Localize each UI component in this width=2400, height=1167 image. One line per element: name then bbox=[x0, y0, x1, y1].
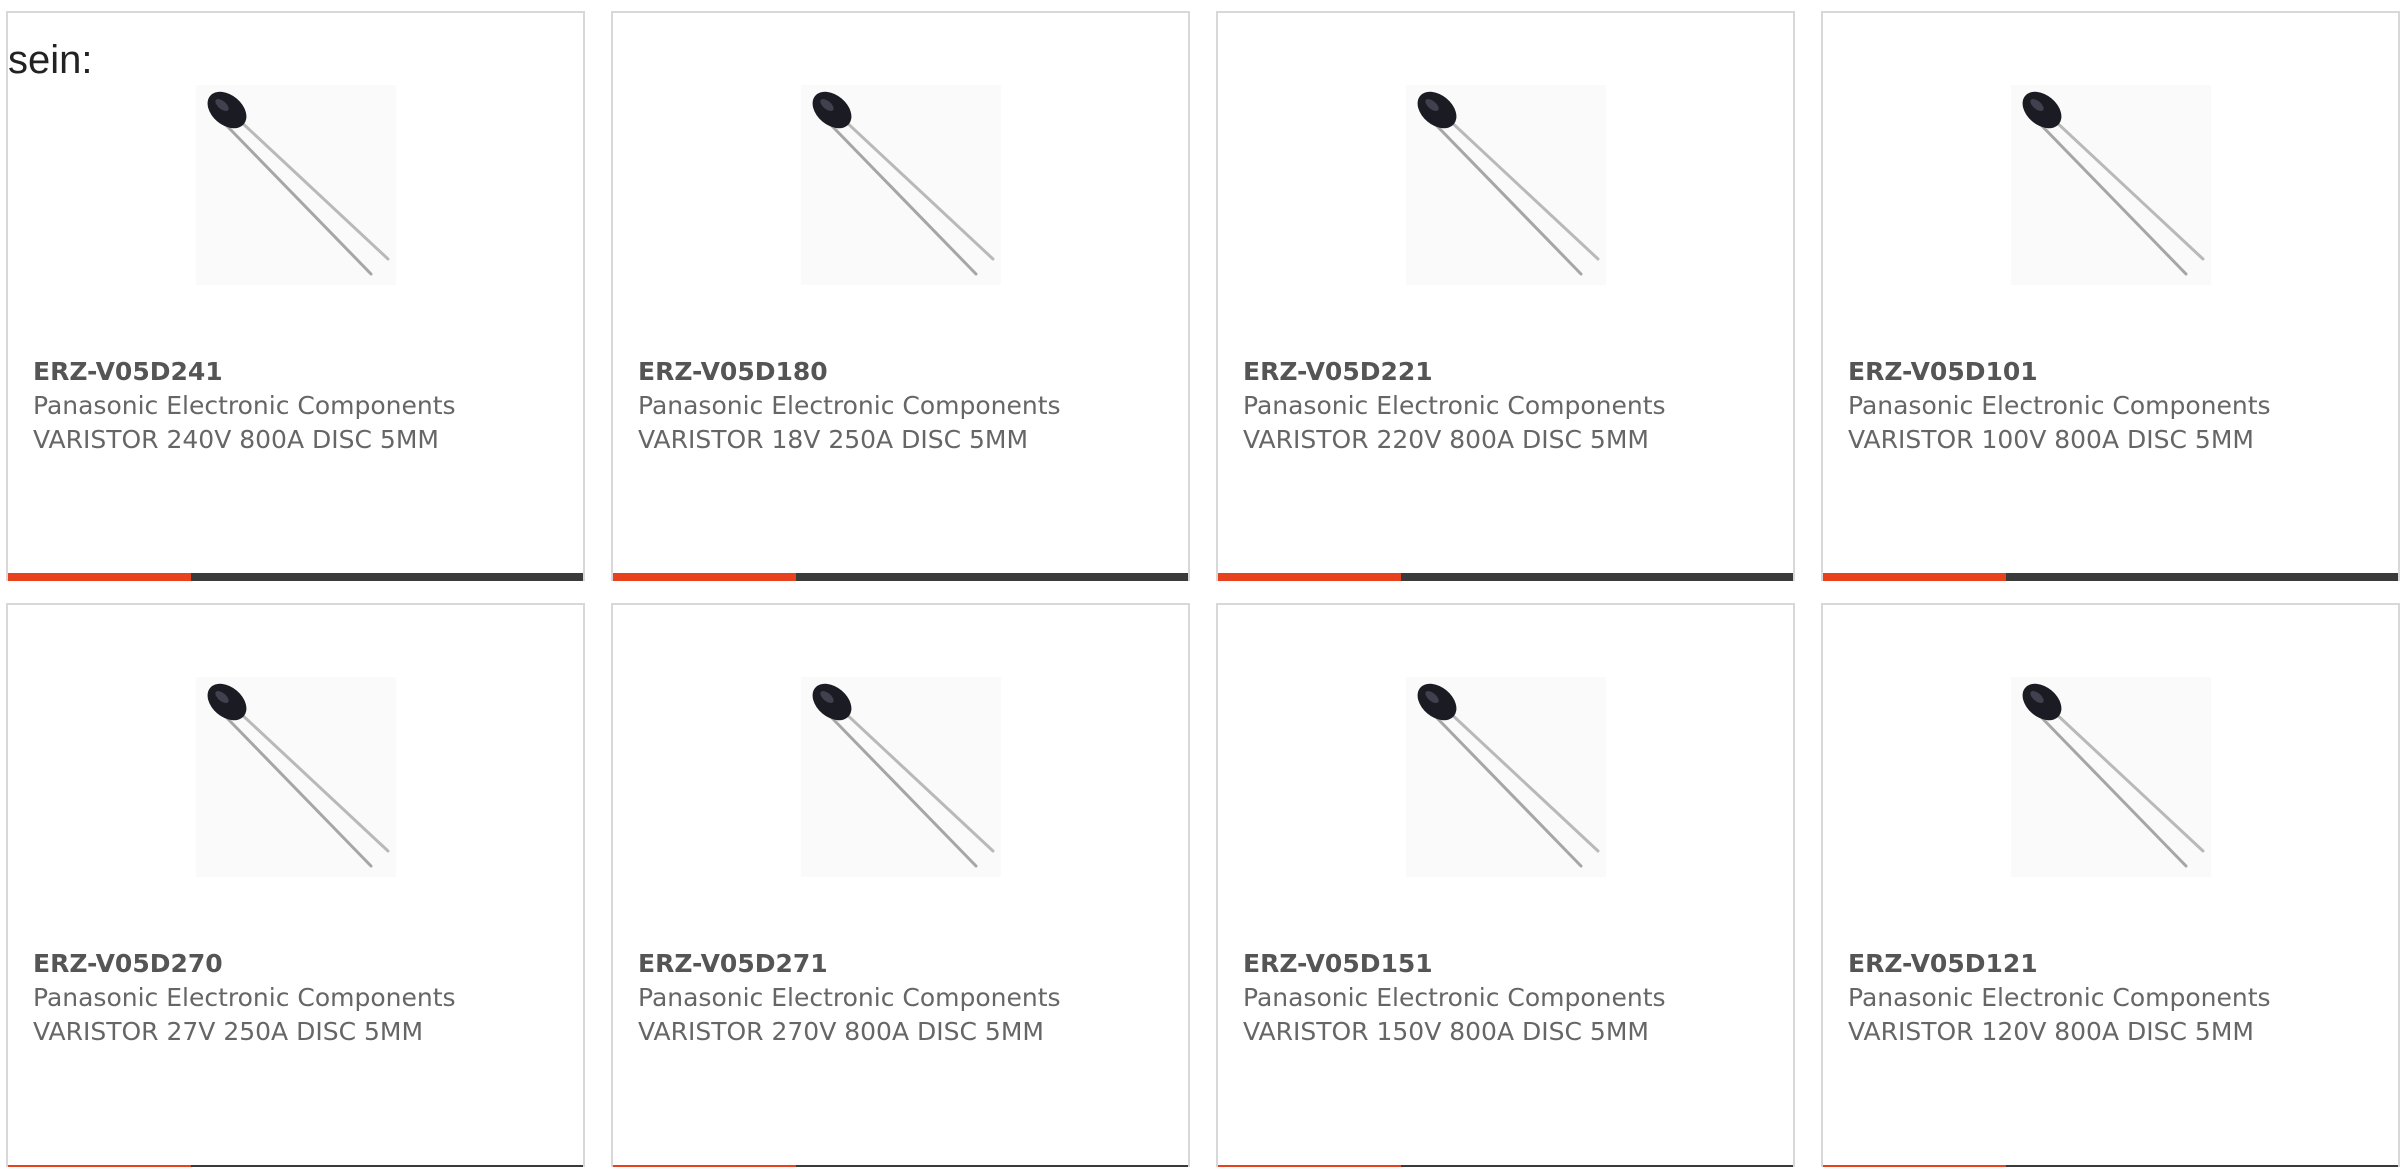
product-card[interactable]: ERZ-V05D151 Panasonic Electronic Compone… bbox=[1216, 603, 1795, 1167]
part-number-link[interactable]: ERZ-V05D241 bbox=[33, 355, 456, 389]
product-card[interactable]: ERZ-V05D101 Panasonic Electronic Compone… bbox=[1821, 11, 2400, 581]
product-info: ERZ-V05D270 Panasonic Electronic Compone… bbox=[33, 947, 456, 1049]
varistor-disc-icon[interactable] bbox=[801, 677, 1001, 877]
product-description: VARISTOR 270V 800A DISC 5MM bbox=[638, 1017, 1044, 1046]
card-footer-bar bbox=[1218, 573, 1793, 581]
varistor-disc-icon[interactable] bbox=[196, 85, 396, 285]
product-description: VARISTOR 150V 800A DISC 5MM bbox=[1243, 1017, 1649, 1046]
product-grid-page: sein: ERZ-V05D241 Panasonic Electronic C… bbox=[0, 0, 2400, 1167]
manufacturer-name: Panasonic Electronic Components bbox=[638, 983, 1061, 1012]
product-card[interactable]: ERZ-V05D180 Panasonic Electronic Compone… bbox=[611, 11, 1190, 581]
product-description: VARISTOR 18V 250A DISC 5MM bbox=[638, 425, 1029, 454]
varistor-disc-icon[interactable] bbox=[196, 677, 396, 877]
product-info: ERZ-V05D221 Panasonic Electronic Compone… bbox=[1243, 355, 1666, 457]
part-number-link[interactable]: ERZ-V05D271 bbox=[638, 947, 1061, 981]
card-footer-bar bbox=[8, 573, 583, 581]
product-info: ERZ-V05D241 Panasonic Electronic Compone… bbox=[33, 355, 456, 457]
varistor-disc-icon[interactable] bbox=[1406, 677, 1606, 877]
part-number-link[interactable]: ERZ-V05D151 bbox=[1243, 947, 1666, 981]
varistor-disc-icon[interactable] bbox=[2011, 85, 2211, 285]
product-description: VARISTOR 220V 800A DISC 5MM bbox=[1243, 425, 1649, 454]
manufacturer-name: Panasonic Electronic Components bbox=[1243, 983, 1666, 1012]
product-card[interactable]: ERZ-V05D241 Panasonic Electronic Compone… bbox=[6, 11, 585, 581]
product-info: ERZ-V05D121 Panasonic Electronic Compone… bbox=[1848, 947, 2271, 1049]
product-info: ERZ-V05D151 Panasonic Electronic Compone… bbox=[1243, 947, 1666, 1049]
product-card[interactable]: ERZ-V05D221 Panasonic Electronic Compone… bbox=[1216, 11, 1795, 581]
intro-text: sein: bbox=[8, 38, 93, 82]
manufacturer-name: Panasonic Electronic Components bbox=[1848, 391, 2271, 420]
part-number-link[interactable]: ERZ-V05D180 bbox=[638, 355, 1061, 389]
product-description: VARISTOR 120V 800A DISC 5MM bbox=[1848, 1017, 2254, 1046]
manufacturer-name: Panasonic Electronic Components bbox=[33, 983, 456, 1012]
product-card[interactable]: ERZ-V05D270 Panasonic Electronic Compone… bbox=[6, 603, 585, 1167]
product-description: VARISTOR 27V 250A DISC 5MM bbox=[33, 1017, 424, 1046]
product-row: ERZ-V05D270 Panasonic Electronic Compone… bbox=[6, 603, 2400, 1167]
manufacturer-name: Panasonic Electronic Components bbox=[33, 391, 456, 420]
part-number-link[interactable]: ERZ-V05D221 bbox=[1243, 355, 1666, 389]
varistor-disc-icon[interactable] bbox=[801, 85, 1001, 285]
product-description: VARISTOR 100V 800A DISC 5MM bbox=[1848, 425, 2254, 454]
manufacturer-name: Panasonic Electronic Components bbox=[1243, 391, 1666, 420]
product-card[interactable]: ERZ-V05D121 Panasonic Electronic Compone… bbox=[1821, 603, 2400, 1167]
product-info: ERZ-V05D180 Panasonic Electronic Compone… bbox=[638, 355, 1061, 457]
part-number-link[interactable]: ERZ-V05D270 bbox=[33, 947, 456, 981]
product-info: ERZ-V05D271 Panasonic Electronic Compone… bbox=[638, 947, 1061, 1049]
part-number-link[interactable]: ERZ-V05D121 bbox=[1848, 947, 2271, 981]
product-card[interactable]: ERZ-V05D271 Panasonic Electronic Compone… bbox=[611, 603, 1190, 1167]
product-info: ERZ-V05D101 Panasonic Electronic Compone… bbox=[1848, 355, 2271, 457]
product-row: ERZ-V05D241 Panasonic Electronic Compone… bbox=[6, 11, 2400, 581]
part-number-link[interactable]: ERZ-V05D101 bbox=[1848, 355, 2271, 389]
varistor-disc-icon[interactable] bbox=[2011, 677, 2211, 877]
varistor-disc-icon[interactable] bbox=[1406, 85, 1606, 285]
product-description: VARISTOR 240V 800A DISC 5MM bbox=[33, 425, 439, 454]
manufacturer-name: Panasonic Electronic Components bbox=[1848, 983, 2271, 1012]
card-footer-bar bbox=[1823, 573, 2398, 581]
manufacturer-name: Panasonic Electronic Components bbox=[638, 391, 1061, 420]
card-footer-bar bbox=[613, 573, 1188, 581]
product-grid: ERZ-V05D241 Panasonic Electronic Compone… bbox=[6, 11, 2400, 1167]
